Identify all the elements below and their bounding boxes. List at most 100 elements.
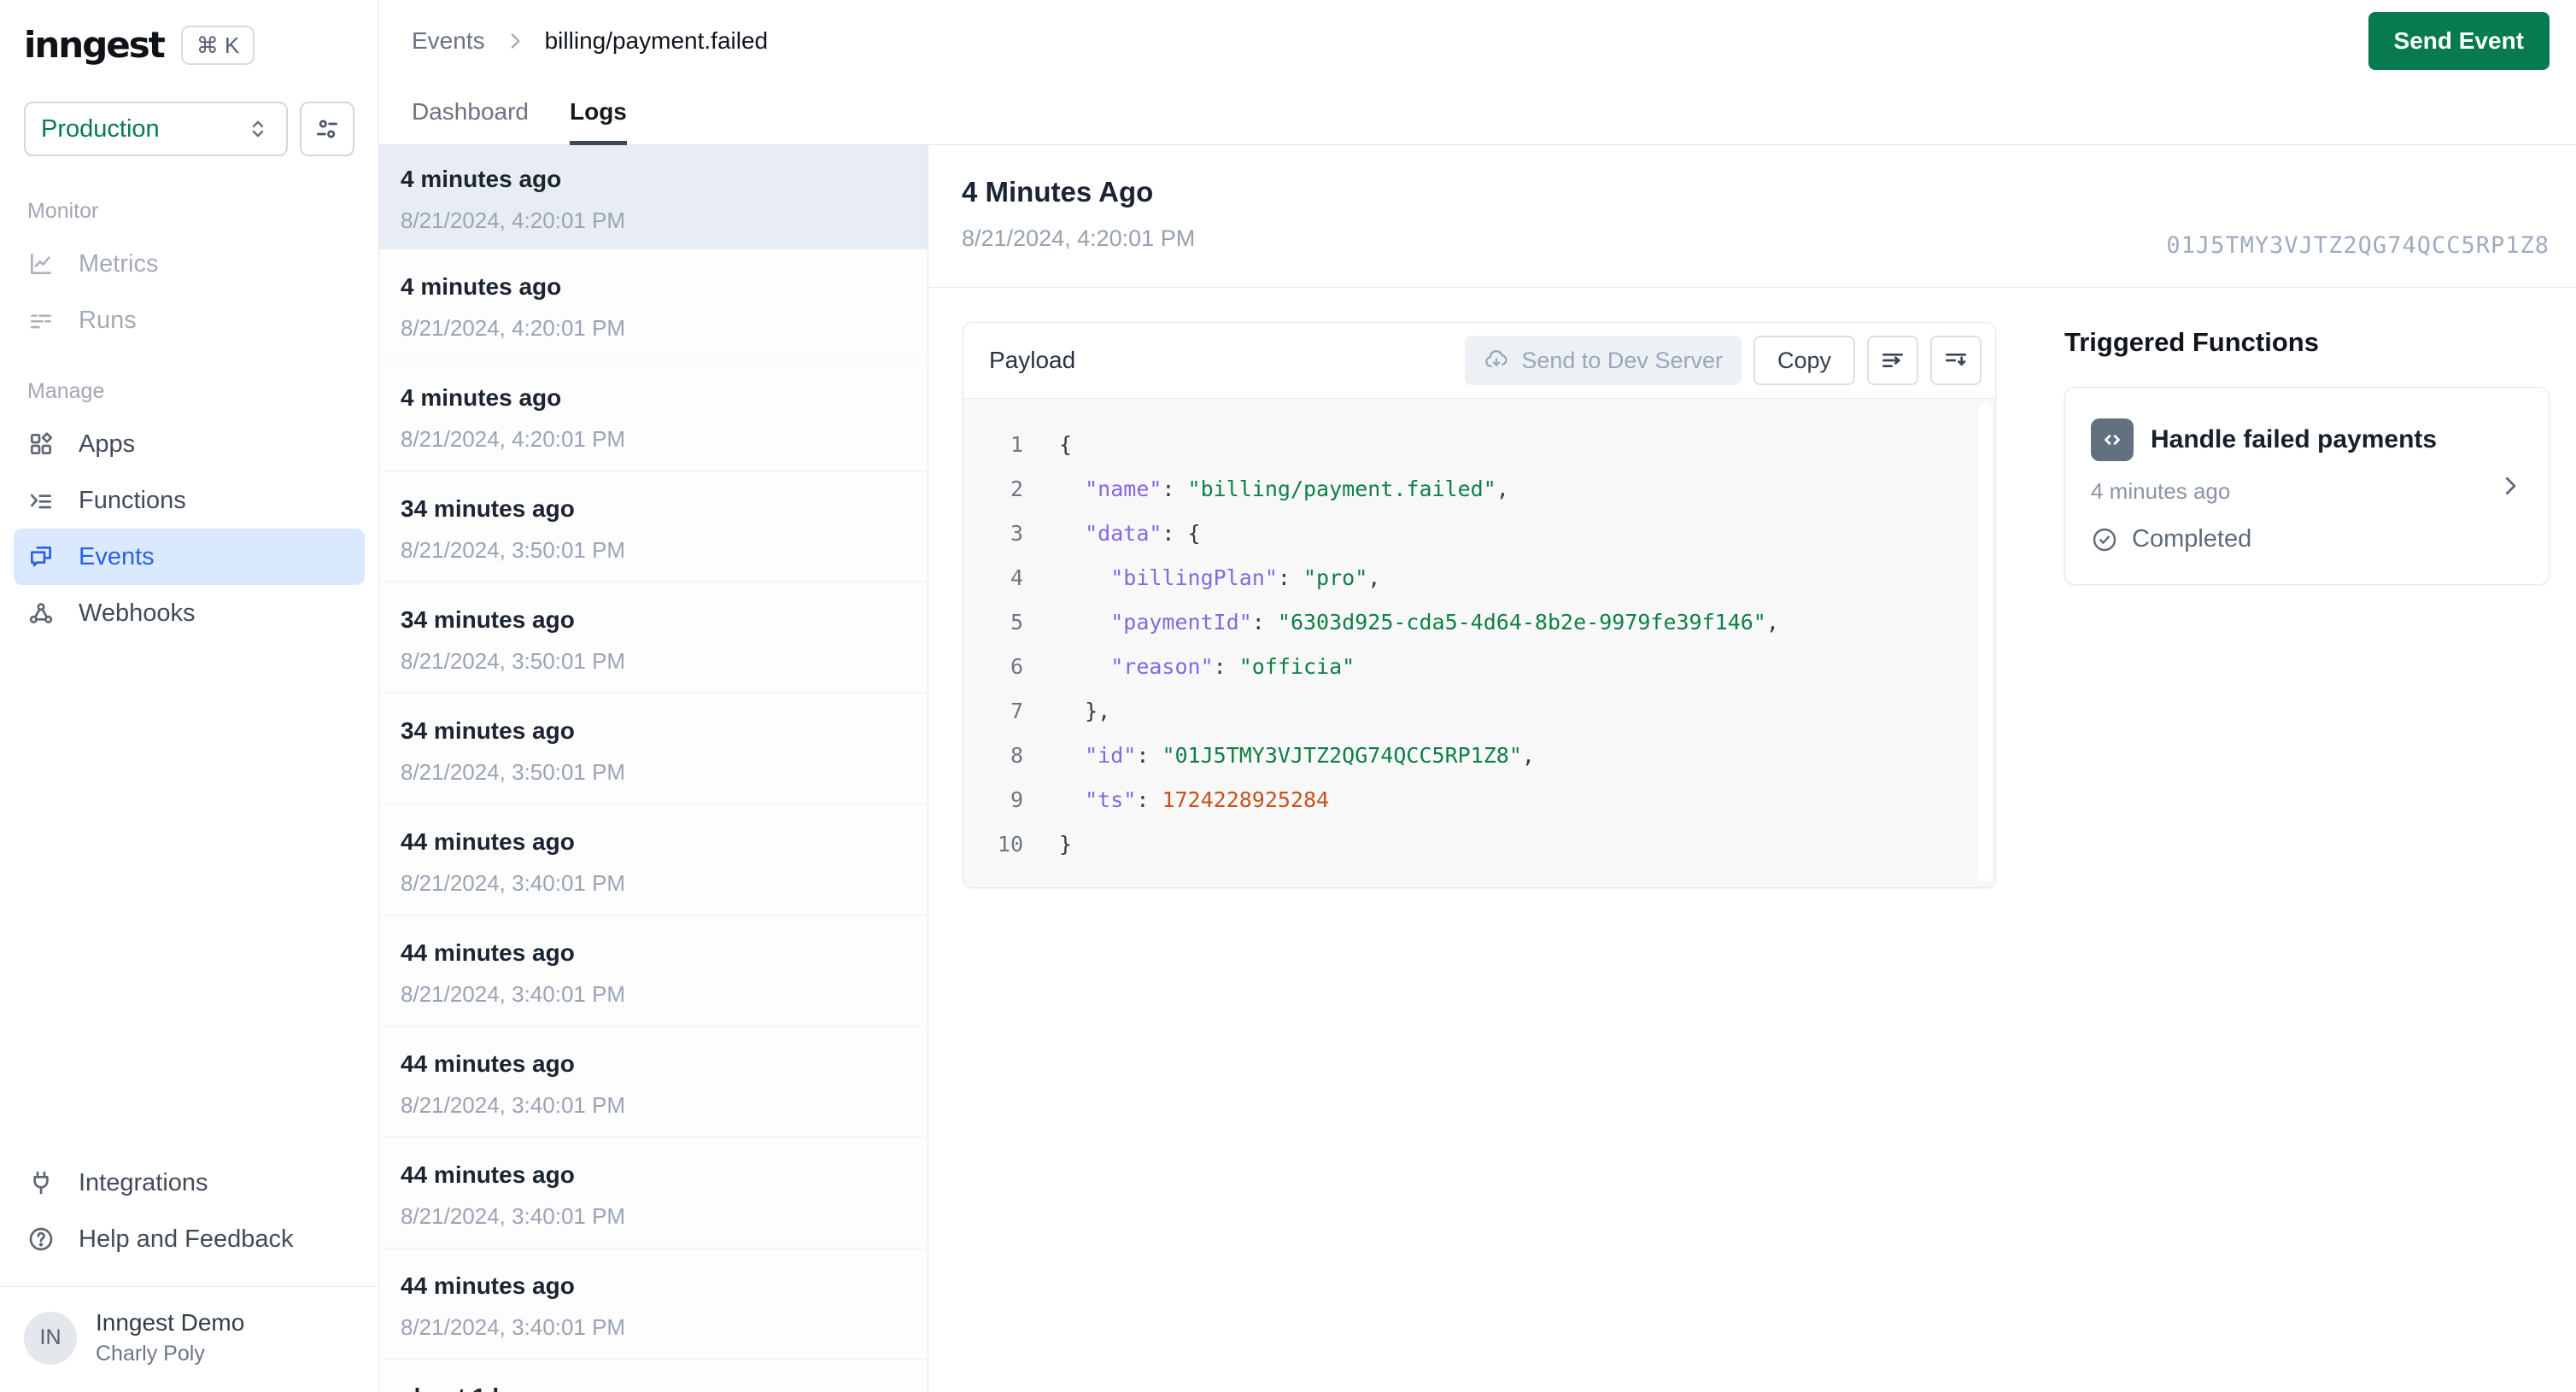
command-k-shortcut[interactable]: ⌘ K [180, 25, 255, 65]
sidebar-item-functions[interactable]: Functions [14, 472, 365, 529]
code-line: 2 "name": "billing/payment.failed", [963, 467, 1995, 512]
code-line: 10} [963, 822, 1995, 867]
chevron-right-icon [2497, 473, 2523, 499]
event-list-item[interactable]: 34 minutes ago 8/21/2024, 3:50:01 PM [379, 693, 928, 804]
copy-button[interactable]: Copy [1753, 336, 1855, 385]
check-circle-icon [2091, 526, 2118, 553]
line-content: { [1059, 432, 1073, 457]
event-list-item[interactable]: 34 minutes ago 8/21/2024, 3:50:01 PM [379, 582, 928, 693]
line-number: 3 [1010, 521, 1023, 546]
event-list-item[interactable]: 34 minutes ago 8/21/2024, 3:50:01 PM [379, 471, 928, 582]
sidebar-item-label: Apps [79, 430, 136, 458]
line-content: "reason": "officia" [1110, 654, 1355, 679]
event-item-title: 34 minutes ago [401, 606, 575, 633]
event-item-title: 44 minutes ago [401, 1050, 575, 1077]
tabs: Dashboard Logs [379, 82, 2576, 145]
event-list-item[interactable]: 44 minutes ago 8/21/2024, 3:40:01 PM [379, 1138, 928, 1249]
environment-settings-button[interactable] [300, 102, 354, 156]
event-item-title: 34 minutes ago [401, 717, 575, 744]
payload-actions: Send to Dev Server Copy [1465, 336, 1982, 385]
event-list-item[interactable]: 4 minutes ago 8/21/2024, 4:20:01 PM [379, 249, 928, 360]
detail-title: 4 Minutes Ago [962, 176, 1154, 208]
event-item-title: 44 minutes ago [401, 939, 575, 966]
event-list-item[interactable]: about 1 hour ago [379, 1360, 928, 1392]
metrics-icon [27, 250, 58, 278]
code-line: 7 }, [963, 689, 1995, 734]
line-content: "id": "01J5TMY3VJTZ2QG74QCC5RP1Z8", [1085, 743, 1535, 768]
event-list-item[interactable]: 44 minutes ago 8/21/2024, 3:40:01 PM [379, 1249, 928, 1360]
text-wrap-icon [1942, 347, 1970, 374]
line-content: }, [1059, 699, 1111, 723]
payload-code-editor[interactable]: 1{2 "name": "billing/payment.failed", 3 "… [963, 398, 1995, 887]
tab-logs[interactable]: Logs [569, 82, 627, 145]
line-content: } [1059, 832, 1073, 857]
triggered-function-card[interactable]: Handle failed payments 4 minutes ago Com… [2064, 387, 2550, 585]
breadcrumb: Events billing/payment.failed [412, 27, 768, 55]
webhooks-icon [27, 599, 58, 627]
event-list-item[interactable]: 4 minutes ago 8/21/2024, 4:20:01 PM [379, 145, 928, 249]
sidebar-item-apps[interactable]: Apps [14, 416, 365, 472]
event-item-timestamp: 8/21/2024, 3:40:01 PM [401, 1314, 626, 1340]
user-menu[interactable]: IN Inngest Demo Charly Poly [14, 1287, 365, 1392]
section-label-monitor: Monitor [27, 199, 99, 223]
event-item-timestamp: 8/21/2024, 3:40:01 PM [401, 981, 626, 1007]
event-item-timestamp: 8/21/2024, 3:40:01 PM [401, 870, 626, 896]
sidebar-item-integrations[interactable]: Integrations [14, 1155, 365, 1211]
function-name: Handle failed payments [2151, 425, 2438, 453]
cloud-download-icon [1484, 348, 1509, 373]
event-item-timestamp: 8/21/2024, 3:50:01 PM [401, 759, 626, 785]
line-content: "billingPlan": "pro", [1110, 565, 1381, 590]
sidebar-nav: Monitor Metrics Runs Manage Apps Functio… [0, 156, 378, 1155]
chevron-updown-icon [245, 116, 271, 142]
sidebar-item-metrics[interactable]: Metrics [14, 236, 365, 292]
breadcrumb-events-link[interactable]: Events [412, 27, 485, 55]
code-scrollbar[interactable] [1978, 404, 1992, 882]
send-to-dev-server-button[interactable]: Send to Dev Server [1465, 336, 1742, 385]
sidebar-item-label: Events [79, 542, 155, 570]
line-number: 10 [997, 832, 1023, 857]
code-line: 4 "billingPlan": "pro", [963, 556, 1995, 600]
send-event-button[interactable]: Send Event [2368, 12, 2550, 70]
sidebar-item-runs[interactable]: Runs [14, 292, 365, 348]
event-item-title: 34 minutes ago [401, 495, 575, 522]
payload-header: Payload Send to Dev Server Copy [963, 323, 1995, 398]
line-number: 6 [1010, 654, 1023, 679]
line-content: "name": "billing/payment.failed", [1085, 477, 1509, 501]
event-id: 01J5TMY3VJTZ2QG74QCC5RP1Z8 [2166, 232, 2550, 259]
line-number: 7 [1010, 699, 1023, 723]
section-label-manage: Manage [27, 379, 105, 403]
send-to-dev-label: Send to Dev Server [1521, 347, 1723, 373]
event-detail: 4 Minutes Ago 8/21/2024, 4:20:01 PM 01J5… [928, 145, 2576, 1392]
event-list: 4 minutes ago 8/21/2024, 4:20:01 PM 4 minu… [379, 145, 928, 1392]
event-item-title: 44 minutes ago [401, 1272, 575, 1299]
sidebar-item-label: Metrics [79, 249, 159, 278]
event-list-item[interactable]: 44 minutes ago 8/21/2024, 3:40:01 PM [379, 1026, 928, 1138]
event-item-title: 44 minutes ago [401, 828, 575, 855]
environment-select[interactable]: Production [24, 102, 288, 156]
sidebar-item-help[interactable]: Help and Feedback [14, 1211, 365, 1267]
line-number: 4 [1010, 565, 1023, 590]
user-name: Inngest Demo [96, 1309, 245, 1336]
function-code-icon [2091, 418, 2134, 461]
line-number: 5 [1010, 610, 1023, 635]
tab-dashboard[interactable]: Dashboard [412, 82, 529, 145]
sidebar-item-label: Help and Feedback [79, 1225, 294, 1253]
sidebar-item-events[interactable]: Events [14, 529, 365, 585]
breadcrumb-current: billing/payment.failed [544, 27, 769, 54]
sidebar-item-label: Functions [79, 486, 186, 514]
app-root: inngest ⌘ K Production Monitor Metrics R… [0, 0, 2576, 1392]
event-item-title: about 1 hour ago [401, 1383, 928, 1392]
status-label: Completed [2132, 525, 2252, 553]
unwrap-text-button[interactable] [1867, 336, 1918, 385]
code-line: 5 "paymentId": "6303d925-cda5-4d64-8b2e-… [963, 600, 1995, 645]
event-list-item[interactable]: 4 minutes ago 8/21/2024, 4:20:01 PM [379, 360, 928, 471]
sidebar-item-webhooks[interactable]: Webhooks [14, 585, 365, 641]
event-list-item[interactable]: 44 minutes ago 8/21/2024, 3:40:01 PM [379, 915, 928, 1026]
event-list-item[interactable]: 44 minutes ago 8/21/2024, 3:40:01 PM [379, 804, 928, 915]
line-number: 2 [1010, 477, 1023, 501]
sliders-icon [313, 115, 341, 143]
wrap-text-button[interactable] [1930, 336, 1982, 385]
function-run-time: 4 minutes ago [2091, 478, 2231, 504]
inngest-logo: inngest [24, 24, 166, 66]
help-icon [27, 1225, 58, 1253]
